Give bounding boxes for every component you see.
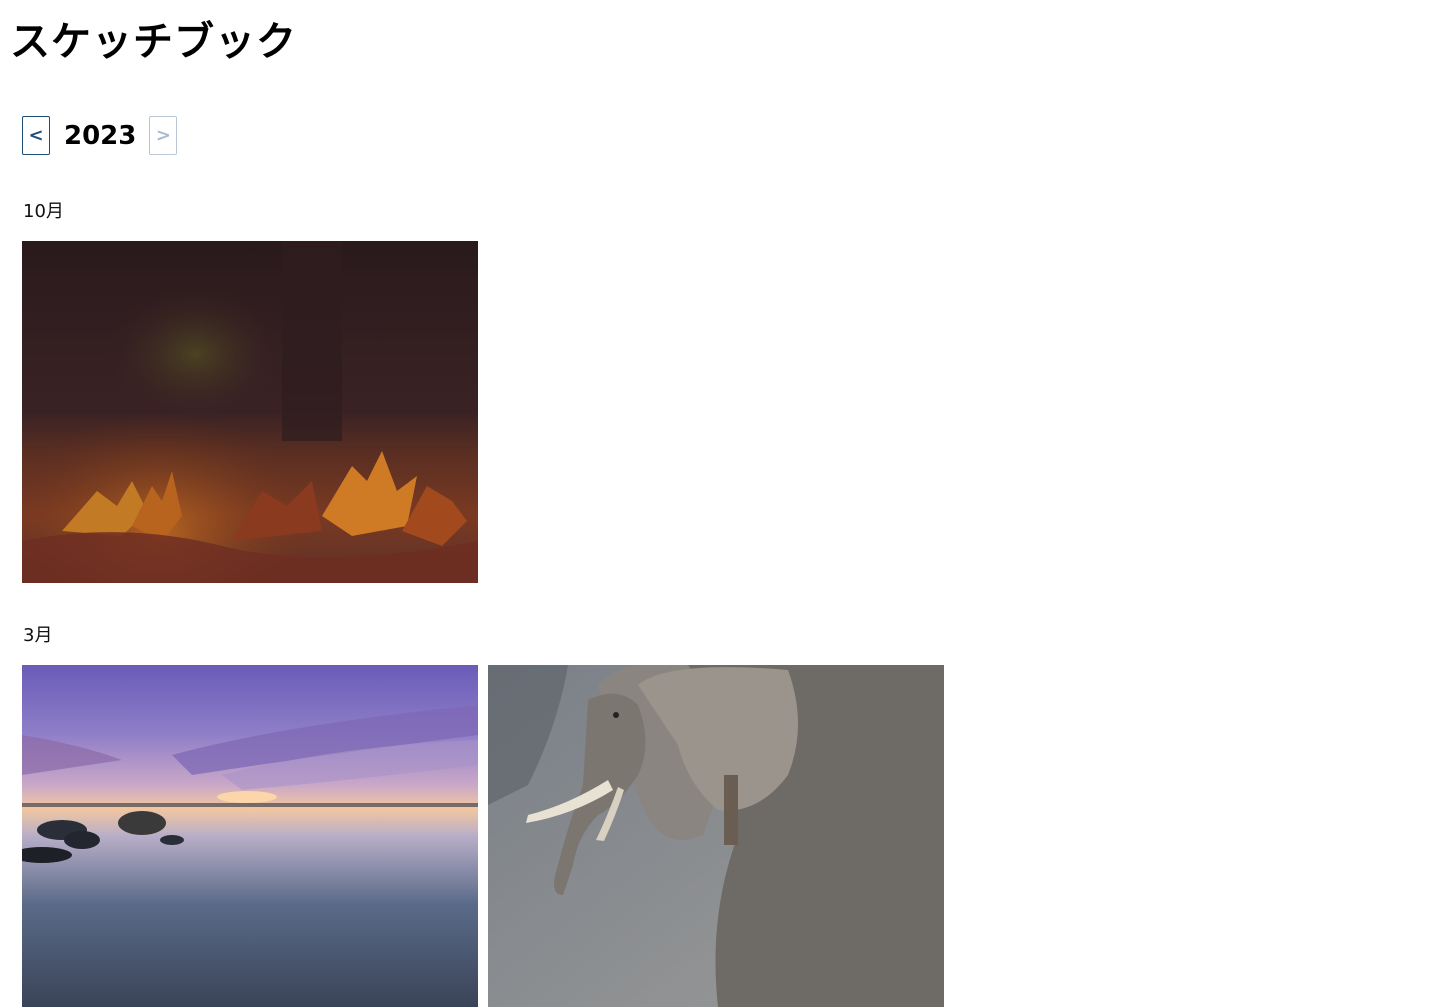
autumn-leaves-photo[interactable] (22, 241, 478, 583)
month-heading: 10月 (23, 201, 64, 222)
seaside-sunset-photo[interactable] (22, 665, 478, 1007)
previous-year-button[interactable]: < (22, 116, 50, 155)
page-title: スケッチブック (10, 19, 297, 65)
year-label: 2023 (64, 120, 137, 151)
year-navigation: < 2023 > (22, 116, 178, 155)
month-heading: 3月 (23, 625, 53, 646)
next-year-button[interactable]: > (149, 116, 178, 155)
elephant-photo[interactable] (488, 665, 944, 1007)
